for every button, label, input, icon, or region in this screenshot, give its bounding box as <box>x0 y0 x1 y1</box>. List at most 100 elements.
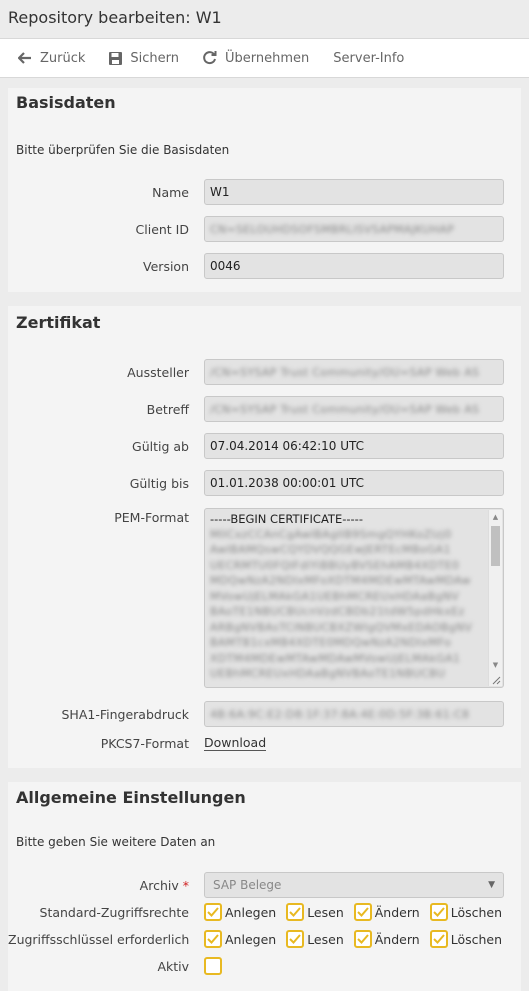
key-read-label: Lesen <box>307 931 344 947</box>
archive-row: Archiv * SAP Belege ▼ <box>8 872 521 898</box>
scrollbar-thumb[interactable] <box>491 526 500 566</box>
name-field[interactable]: W1 <box>204 179 504 205</box>
pem-line: UECRMTU0FQIFdlYiBBUyBVSEhAMB4XDTE0 <box>210 558 460 572</box>
pem-line: MIICxzCCAnCgAwIBAgIIB9SmgQYHKoZIzj0 <box>210 527 452 541</box>
archive-label: Archiv * <box>8 878 204 893</box>
window-title: Repository bearbeiten: W1 <box>0 0 529 38</box>
std-rights-row: Standard-Zugriffsrechte Anlegen Lesen Än… <box>8 903 521 921</box>
version-label: Version <box>143 258 189 274</box>
apply-button-label: Übernehmen <box>225 50 310 66</box>
scroll-down-icon[interactable]: ▼ <box>489 658 502 672</box>
pem-line: MVowUjELMAkGA1UEBhMCREUxHDAaBgNV <box>210 589 460 603</box>
issuer-value: /CN=SYSAP Trust Community/OU=SAP Web AS <box>210 365 480 379</box>
refresh-icon <box>203 51 217 65</box>
subject-row: Betreff /CN=SYSAP Trust Community/OU=SAP… <box>8 396 521 422</box>
required-marker: * <box>182 877 189 893</box>
version-field[interactable]: 0046 <box>204 253 504 279</box>
allgemein-panel: Allgemeine Einstellungen Bitte geben Sie… <box>8 782 521 991</box>
checkmark-icon <box>353 930 372 948</box>
std-delete-checkbox[interactable]: Löschen <box>429 903 503 921</box>
pem-textarea[interactable]: -----BEGIN CERTIFICATE----- MIICxzCCAnCg… <box>204 508 504 688</box>
active-row: Aktiv <box>8 957 521 975</box>
pem-line: AwIBAMQswCQYDVQQGEwJERTEcMBoGA1 <box>210 543 451 556</box>
std-read-label: Lesen <box>307 904 344 920</box>
basisdaten-hint: Bitte überprüfen Sie die Basisdaten <box>16 143 230 157</box>
subject-value: /CN=SYSAP Trust Community/OU=SAP Web AS <box>210 402 480 416</box>
valid-to-label: Gültig bis <box>129 475 189 491</box>
pem-row: PEM-Format -----BEGIN CERTIFICATE----- M… <box>8 508 521 688</box>
floppy-disk-icon <box>109 51 123 65</box>
valid-to-field[interactable]: 01.01.2038 00:00:01 UTC <box>204 470 504 496</box>
save-button[interactable]: Sichern <box>109 51 179 66</box>
key-required-checkboxes: Anlegen Lesen Ändern Löschen <box>204 930 502 948</box>
version-row: Version 0046 <box>8 253 521 279</box>
dropdown-caret-icon: ▼ <box>488 880 495 890</box>
basisdaten-panel: Basisdaten Bitte überprüfen Sie die Basi… <box>8 88 521 292</box>
checkmark-icon <box>429 903 448 921</box>
key-change-label: Ändern <box>374 931 420 947</box>
checkmark-icon <box>204 903 222 921</box>
client-id-row: Client ID CN=SELOUHDSOFSMBRLISVSAPMAJKUH… <box>8 216 521 242</box>
server-info-button[interactable]: Server-Info <box>333 51 404 66</box>
pkcs7-row: PKCS7-Format Download <box>8 735 521 751</box>
std-delete-label: Löschen <box>450 904 503 920</box>
pem-line: UEBhMCREUxHDAaBgNVBAoTE1NBUCBU <box>210 667 446 680</box>
basisdaten-title: Basisdaten <box>16 93 116 112</box>
key-delete-label: Löschen <box>450 931 503 947</box>
checkmark-icon <box>286 930 305 948</box>
std-change-checkbox[interactable]: Ändern <box>353 903 420 921</box>
allgemein-hint: Bitte geben Sie weitere Daten an <box>16 835 216 849</box>
key-create-checkbox[interactable]: Anlegen <box>204 930 276 948</box>
key-delete-checkbox[interactable]: Löschen <box>429 930 503 948</box>
std-create-label: Anlegen <box>225 904 277 920</box>
sha1-value: 4B:6A:9C:E2:D8:1F:37:8A:4E:0D:5F:3B:61:C… <box>210 707 470 721</box>
checkmark-icon <box>353 903 372 921</box>
client-id-field[interactable]: CN=SELOUHDSOFSMBRLISVSAPMAJKUHAP <box>204 216 504 242</box>
pem-line: -----BEGIN CERTIFICATE----- <box>210 512 363 526</box>
back-button[interactable]: Zurück <box>18 51 85 66</box>
pem-line: BAMTB1cxMB4XDTE0MDQwNzA2NDIxMFo <box>210 636 452 649</box>
valid-from-field[interactable]: 07.04.2014 06:42:10 UTC <box>204 433 504 459</box>
std-read-checkbox[interactable]: Lesen <box>286 903 344 921</box>
server-info-button-label: Server-Info <box>333 50 405 66</box>
issuer-field[interactable]: /CN=SYSAP Trust Community/OU=SAP Web AS <box>204 359 504 385</box>
checkmark-icon <box>204 930 222 948</box>
valid-from-label: Gültig ab <box>132 438 189 454</box>
zertifikat-title: Zertifikat <box>16 313 101 332</box>
pem-scrollbar[interactable]: ▲ ▼ <box>488 510 502 686</box>
scroll-up-icon[interactable]: ▲ <box>489 510 502 524</box>
resize-handle-icon[interactable] <box>492 676 501 685</box>
std-change-label: Ändern <box>374 904 420 920</box>
std-rights-checkboxes: Anlegen Lesen Ändern Löschen <box>204 903 502 921</box>
back-button-label: Zurück <box>40 50 86 66</box>
toolbar: Zurück Sichern Übernehmen Server-Info <box>0 38 529 78</box>
pem-line: XDTM4MDEwMTAwMDAwMVowUjELMAkGA1 <box>210 651 461 665</box>
archive-select[interactable]: SAP Belege ▼ <box>204 872 504 898</box>
pem-label: PEM-Format <box>114 510 189 525</box>
key-read-checkbox[interactable]: Lesen <box>286 930 344 948</box>
checkmark-icon <box>286 903 305 921</box>
active-checkbox[interactable] <box>204 957 225 975</box>
key-required-label: Zugriffsschlüssel erforderlich <box>8 931 190 947</box>
valid-to-row: Gültig bis 01.01.2038 00:00:01 UTC <box>8 470 521 496</box>
key-required-row: Zugriffsschlüssel erforderlich Anlegen L… <box>8 930 521 948</box>
empty-checkbox-icon <box>204 957 222 975</box>
std-rights-label: Standard-Zugriffsrechte <box>39 904 189 920</box>
issuer-label: Aussteller <box>127 364 189 380</box>
pkcs7-download-link[interactable]: Download <box>204 735 267 751</box>
active-label: Aktiv <box>157 958 189 974</box>
client-id-value: CN=SELOUHDSOFSMBRLISVSAPMAJKUHAP <box>210 222 455 236</box>
checkmark-icon <box>429 930 448 948</box>
pem-line: MDQwNzA2NDIxMFoXDTM4MDEwMTAwMDAw <box>210 574 471 587</box>
sha1-row: SHA1-Fingerabdruck 4B:6A:9C:E2:D8:1F:37:… <box>8 701 521 727</box>
archive-selected-value: SAP Belege <box>213 878 282 892</box>
sha1-field[interactable]: 4B:6A:9C:E2:D8:1F:37:8A:4E:0D:5F:3B:61:C… <box>204 701 504 727</box>
std-create-checkbox[interactable]: Anlegen <box>204 903 276 921</box>
subject-field[interactable]: /CN=SYSAP Trust Community/OU=SAP Web AS <box>204 396 504 422</box>
issuer-row: Aussteller /CN=SYSAP Trust Community/OU=… <box>8 359 521 385</box>
key-create-label: Anlegen <box>225 931 277 947</box>
key-change-checkbox[interactable]: Ändern <box>353 930 420 948</box>
apply-button[interactable]: Übernehmen <box>203 51 309 66</box>
subject-label: Betreff <box>146 401 189 417</box>
valid-from-row: Gültig ab 07.04.2014 06:42:10 UTC <box>8 433 521 459</box>
